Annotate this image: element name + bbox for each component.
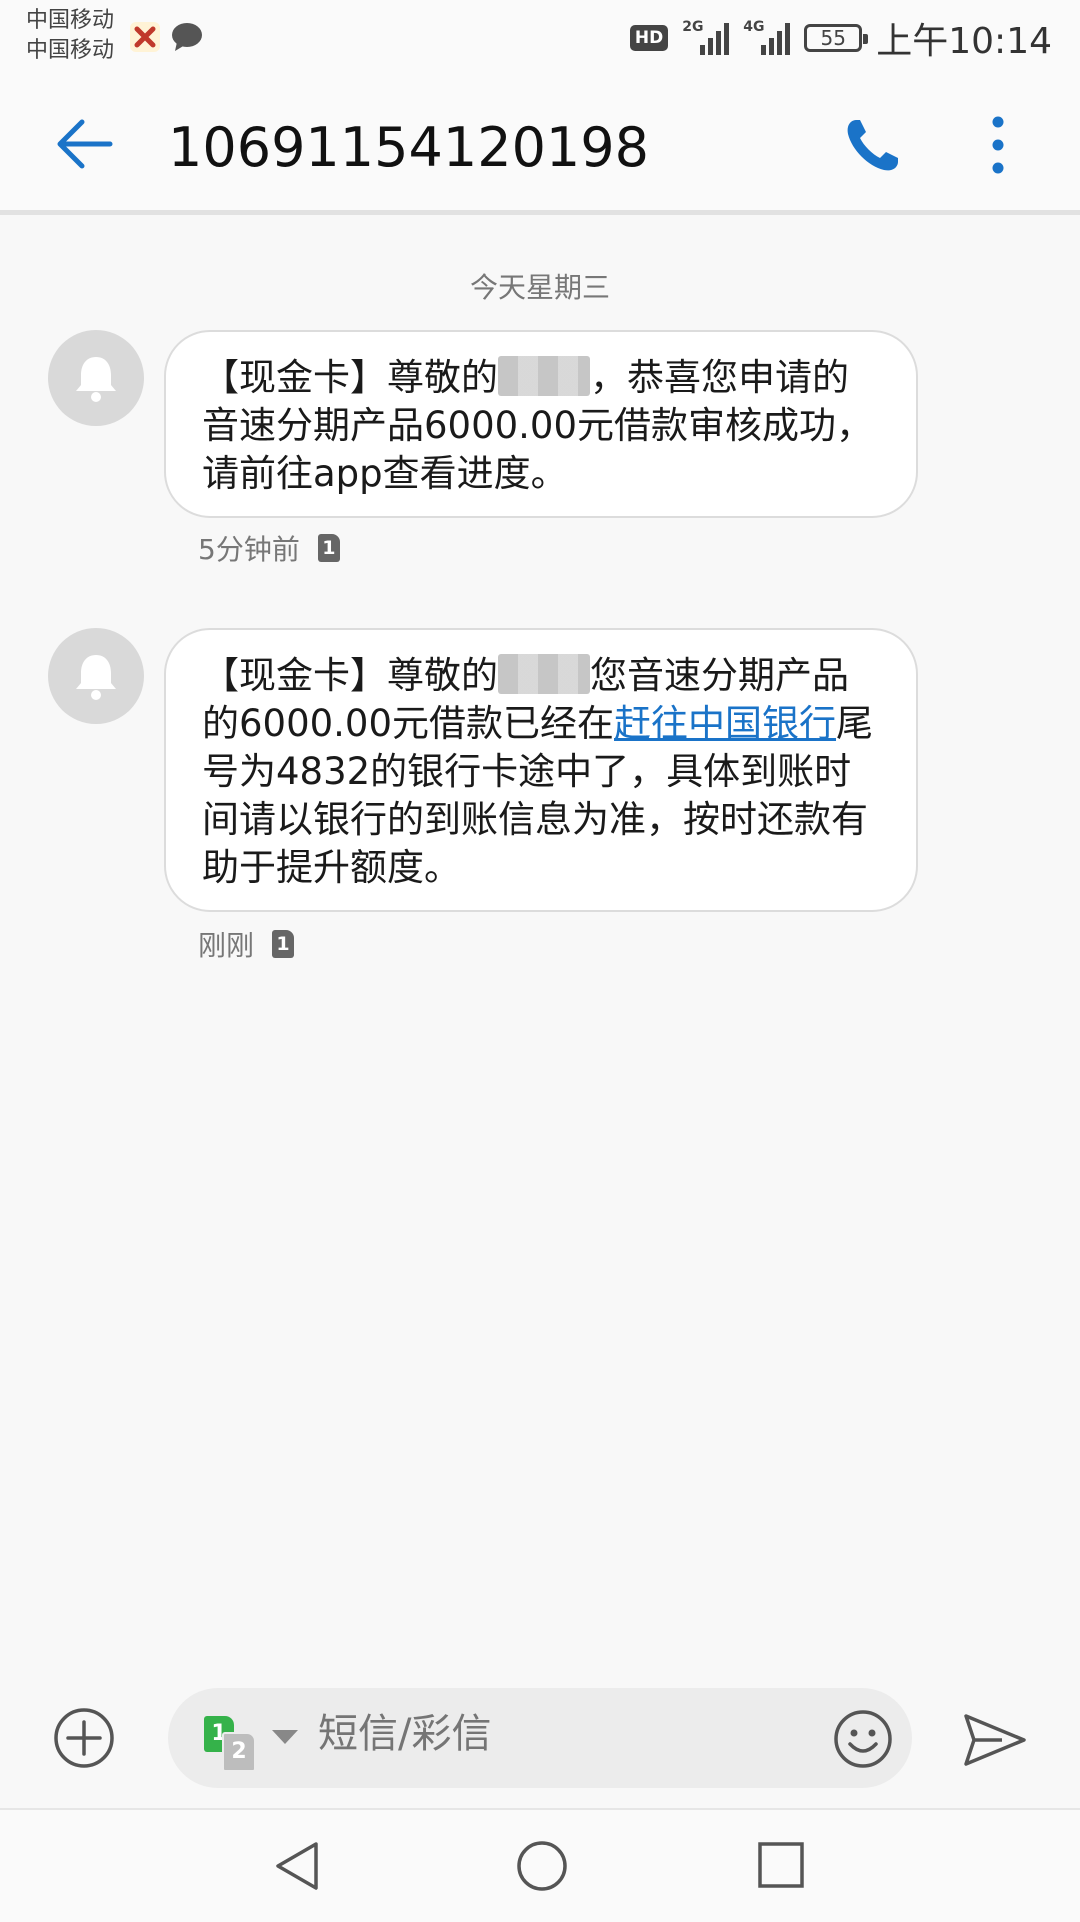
message-meta: 5分钟前 1 xyxy=(198,528,340,568)
message-link[interactable]: 赶往中国银行 xyxy=(614,702,836,745)
app-notification-icon xyxy=(130,22,160,52)
message-bubble[interactable]: 【现金卡】尊敬的 ，恭喜您申请的音速分期产品6000.00元借款审核成功，请前往a… xyxy=(164,330,918,518)
conversation-title: 10691154120198 xyxy=(168,116,649,179)
sim-2-icon: 2 xyxy=(222,1732,256,1772)
message-bubble[interactable]: 【现金卡】尊敬的 您音速分期产品的6000.00元借款已经在赶往中国银行尾号为48… xyxy=(164,628,918,912)
redacted-name xyxy=(498,356,590,396)
phone-icon[interactable] xyxy=(840,114,904,178)
nav-recent-apps-icon[interactable] xyxy=(756,1840,806,1890)
nav-home-icon[interactable] xyxy=(514,1838,570,1894)
battery-icon: 55 xyxy=(804,24,869,52)
message-composer: 1 2 xyxy=(0,1660,1080,1810)
status-indicators: HD 2G 4G 55 上午10:14 xyxy=(629,14,1052,62)
sim-selector[interactable]: 1 2 xyxy=(204,1716,264,1772)
bell-icon xyxy=(76,357,116,402)
system-nav-bar xyxy=(0,1808,1080,1922)
chevron-down-icon[interactable] xyxy=(272,1730,298,1744)
hd-voice-badge: HD xyxy=(629,25,669,51)
signal-4g-icon: 4G xyxy=(743,19,791,55)
date-separator: 今天星期三 xyxy=(469,271,610,304)
sender-avatar[interactable] xyxy=(48,330,144,426)
nav-back-icon[interactable] xyxy=(270,1838,326,1894)
network-type-4g: 4G xyxy=(743,19,765,35)
send-icon[interactable] xyxy=(962,1710,1028,1770)
network-type-2g: 2G xyxy=(682,19,704,35)
carrier-label-1: 中国移动 xyxy=(26,8,115,33)
battery-level: 55 xyxy=(820,26,846,50)
back-arrow-icon[interactable] xyxy=(52,112,116,176)
add-attachment-icon[interactable] xyxy=(52,1706,116,1770)
signal-2g-icon: 2G xyxy=(682,19,730,55)
sim-card-icon: 1 xyxy=(272,930,295,958)
carrier-label-2: 中国移动 xyxy=(26,38,115,63)
message-time: 5分钟前 xyxy=(198,533,300,566)
sender-avatar[interactable] xyxy=(48,628,144,724)
message-text: 【现金卡】尊敬的 xyxy=(202,654,498,697)
message-time: 刚刚 xyxy=(198,929,255,962)
message-text: 【现金卡】尊敬的 xyxy=(202,356,498,399)
message-input-container[interactable]: 1 2 xyxy=(168,1688,912,1788)
sim-card-icon: 1 xyxy=(317,534,340,562)
message-input[interactable] xyxy=(316,1710,700,1758)
redacted-name xyxy=(498,654,590,694)
bell-icon xyxy=(76,655,116,700)
status-clock: 上午10:14 xyxy=(876,21,1052,62)
conversation-header: 10691154120198 xyxy=(0,76,1080,215)
more-vertical-icon[interactable] xyxy=(978,110,1018,180)
emoji-icon[interactable] xyxy=(832,1708,894,1770)
status-bar: 中国移动 中国移动 HD 2G 4G 55 上午10:14 xyxy=(0,0,1080,76)
message-notification-icon xyxy=(172,23,202,51)
message-meta: 刚刚 1 xyxy=(198,924,295,964)
